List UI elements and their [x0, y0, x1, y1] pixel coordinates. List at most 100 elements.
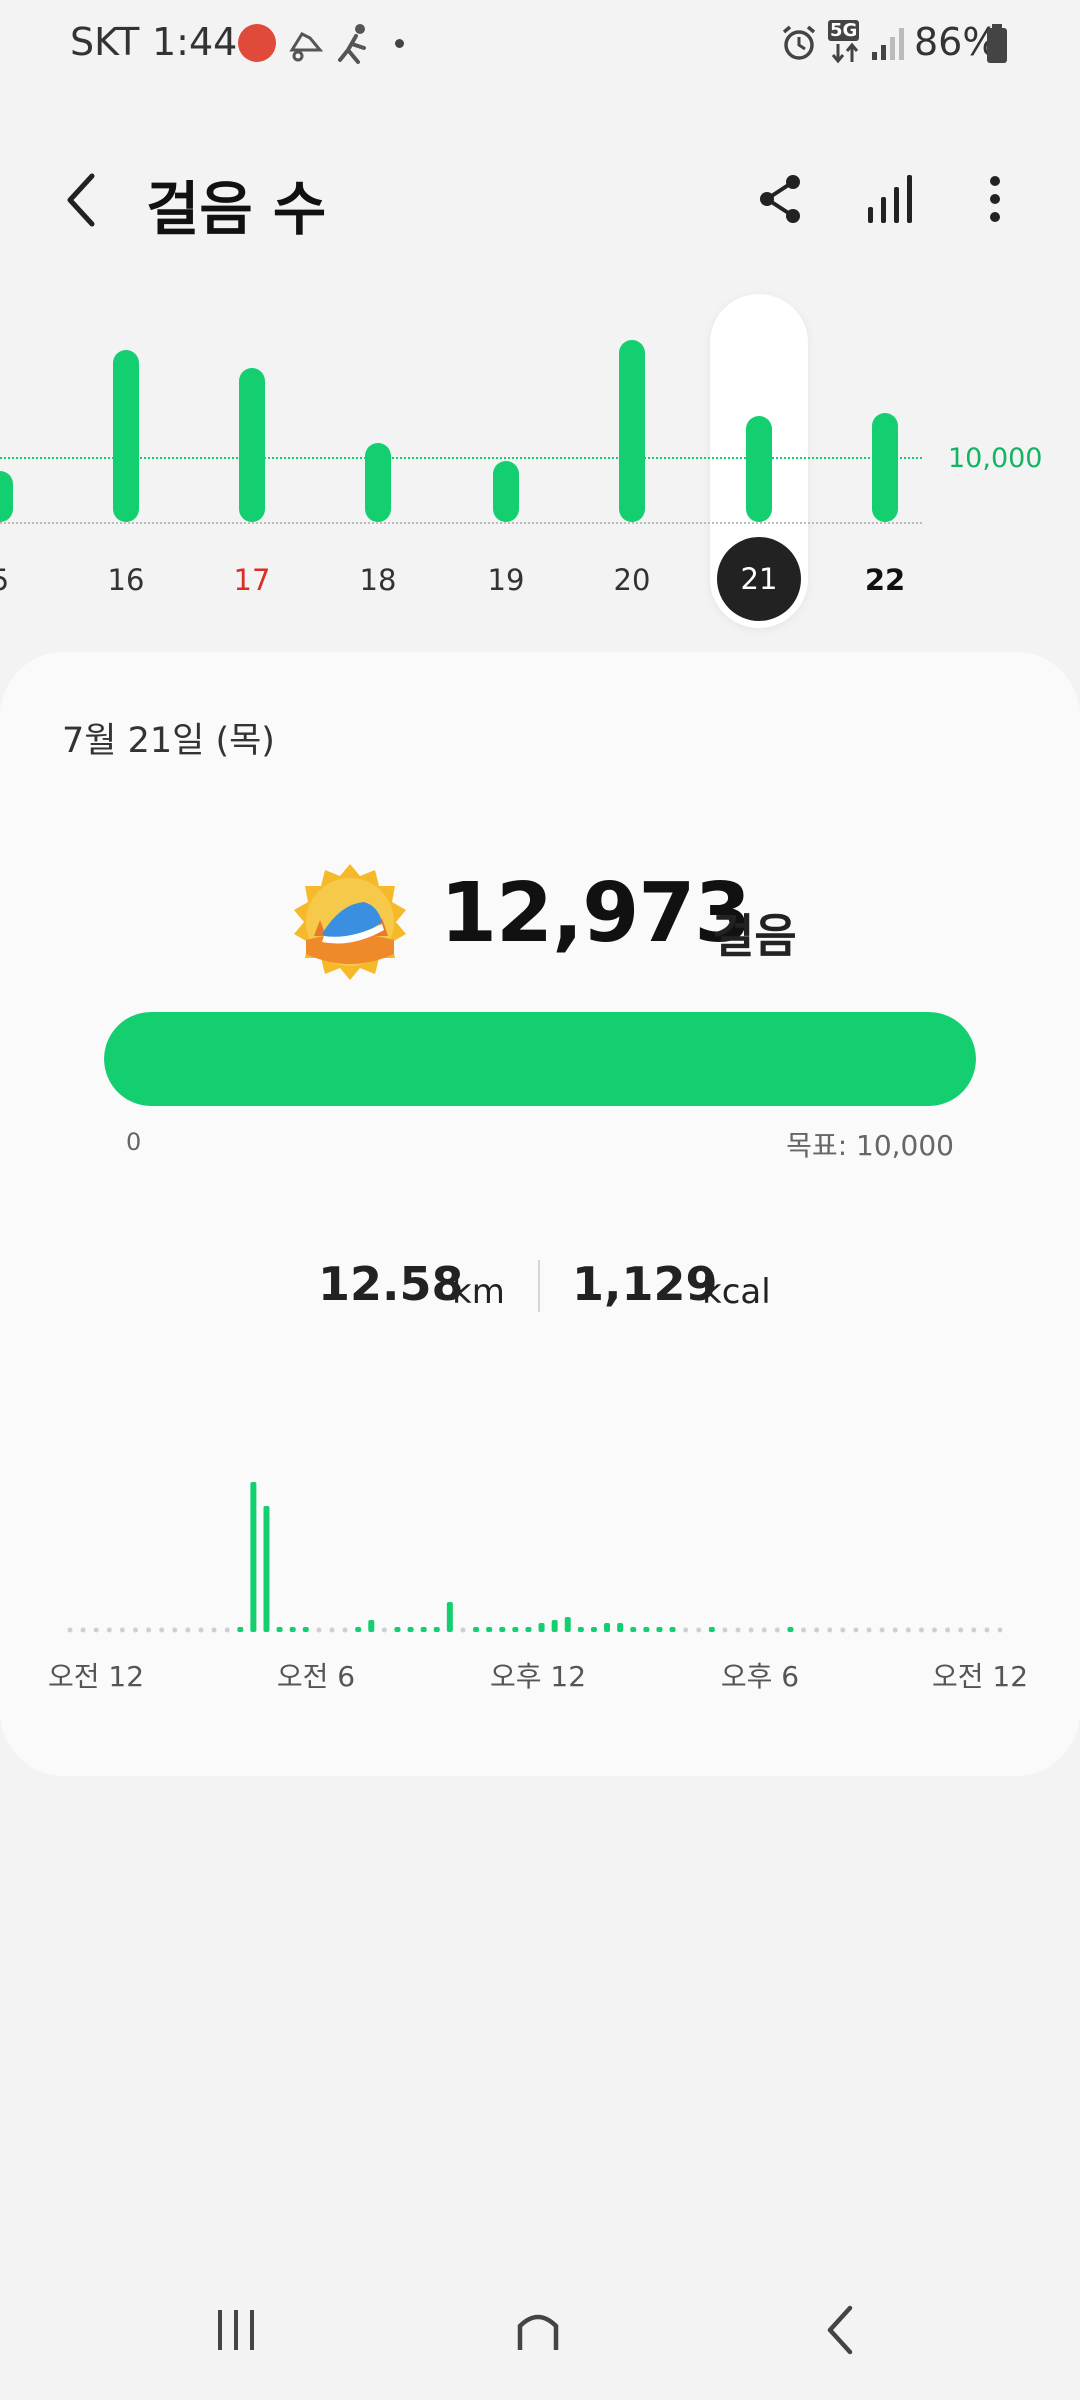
carrier-label: SKT	[70, 20, 140, 64]
hourly-bar	[407, 1627, 414, 1632]
hourly-empty-dot	[198, 1627, 204, 1633]
hourly-empty-dot	[224, 1627, 230, 1633]
distance-value: 12.58	[318, 1257, 464, 1311]
hourly-empty-dot	[774, 1627, 780, 1633]
progress-min-label: 0	[126, 1128, 142, 1156]
time-axis-label: 오전 12	[47, 1660, 145, 1693]
hourly-empty-dot	[866, 1627, 872, 1633]
hourly-bar	[473, 1627, 480, 1632]
hourly-empty-dot	[801, 1627, 807, 1633]
hourly-empty-dot	[892, 1627, 898, 1633]
status-bar: SKT 1:44 5G 86%	[0, 0, 1080, 90]
distance-unit: km	[452, 1272, 505, 1312]
day-label-5[interactable]: 5	[0, 563, 40, 597]
steps-count: 12,973	[440, 866, 751, 961]
hourly-empty-dot	[132, 1627, 138, 1633]
hourly-empty-dot	[316, 1627, 322, 1633]
runner-icon	[338, 24, 366, 64]
calories-unit: kcal	[702, 1272, 771, 1312]
hourly-empty-dot	[997, 1627, 1003, 1633]
more-options-button[interactable]	[960, 164, 1030, 234]
day-label-16[interactable]: 16	[86, 563, 166, 597]
system-back-button[interactable]	[800, 2290, 880, 2370]
day-bar-5[interactable]	[0, 470, 13, 522]
hourly-empty-dot	[159, 1627, 165, 1633]
day-bar-19[interactable]	[493, 461, 519, 522]
hourly-empty-dot	[342, 1627, 348, 1633]
hourly-empty-dot	[460, 1627, 466, 1633]
selected-day-indicator[interactable]: 21	[717, 537, 801, 621]
back-arrow-icon	[67, 173, 95, 227]
share-icon	[760, 175, 800, 223]
hourly-empty-dot	[932, 1627, 938, 1633]
hourly-bar	[433, 1627, 440, 1632]
hourly-empty-dot	[146, 1627, 152, 1633]
hourly-bar	[499, 1627, 506, 1632]
navigation-bar	[0, 2270, 1080, 2400]
time-axis-label: 오후 6	[720, 1660, 800, 1693]
hourly-bar	[276, 1627, 283, 1632]
network-type: 5G	[828, 20, 860, 41]
hourly-bar	[420, 1627, 427, 1632]
calories-value: 1,129	[572, 1257, 718, 1311]
hourly-bar	[708, 1627, 715, 1632]
goal-progress-fill	[104, 1012, 976, 1106]
day-bar-20[interactable]	[619, 340, 645, 522]
hourly-empty-dot	[971, 1627, 977, 1633]
hourly-empty-dot	[80, 1627, 86, 1633]
date-label: 7월 21일 (목)	[62, 721, 275, 761]
back-button[interactable]	[50, 160, 114, 240]
hourly-empty-dot	[185, 1627, 191, 1633]
hourly-empty-dot	[722, 1627, 728, 1633]
day-bar-17[interactable]	[239, 367, 265, 522]
hourly-bar	[289, 1627, 296, 1632]
day-label-17[interactable]: 17	[212, 563, 292, 597]
alarm-icon	[782, 25, 816, 60]
hourly-empty-dot	[93, 1627, 99, 1633]
hourly-empty-dot	[748, 1627, 754, 1633]
hourly-empty-dot	[840, 1627, 846, 1633]
day-label-20[interactable]: 20	[592, 563, 672, 597]
battery-icon	[987, 24, 1007, 63]
day-bar-18[interactable]	[365, 443, 391, 522]
day-bar-16[interactable]	[113, 349, 139, 522]
trends-button[interactable]	[856, 164, 926, 234]
hourly-empty-dot	[172, 1627, 178, 1633]
hourly-empty-dot	[329, 1627, 335, 1633]
day-label-18[interactable]: 18	[338, 563, 418, 597]
hourly-empty-dot	[67, 1627, 73, 1633]
day-bar-21[interactable]	[746, 416, 772, 522]
hourly-empty-dot	[211, 1627, 217, 1633]
day-label-19[interactable]: 19	[466, 563, 546, 597]
hourly-bar	[590, 1627, 597, 1632]
hourly-bar	[630, 1627, 637, 1632]
signal-icon	[872, 28, 904, 60]
day-bar-22[interactable]	[872, 412, 898, 522]
hourly-bar	[787, 1627, 794, 1632]
clock: 1:44	[152, 20, 238, 64]
hourly-bar	[551, 1620, 558, 1632]
hourly-bar	[577, 1627, 584, 1632]
goal-line-label: 10,000	[948, 443, 1043, 474]
hourly-steps-chart[interactable]	[60, 1430, 1010, 1650]
share-button[interactable]	[746, 164, 816, 234]
shoe-achievement-badge-icon	[294, 864, 406, 980]
hourly-empty-dot	[827, 1627, 833, 1633]
hourly-empty-dot	[696, 1627, 702, 1633]
hourly-empty-dot	[853, 1627, 859, 1633]
hourly-bar	[656, 1627, 663, 1632]
bar-chart-icon	[868, 175, 912, 223]
hourly-bar	[250, 1482, 257, 1632]
hourly-empty-dot	[735, 1627, 741, 1633]
hourly-bar	[446, 1602, 453, 1632]
hourly-bar	[486, 1627, 493, 1632]
time-axis-label: 오후 12	[489, 1660, 587, 1693]
hourly-empty-dot	[683, 1627, 689, 1633]
hourly-empty-dot	[106, 1627, 112, 1633]
hourly-bar	[604, 1623, 611, 1632]
hourly-empty-dot	[958, 1627, 964, 1633]
home-button[interactable]	[498, 2290, 578, 2370]
day-label-22[interactable]: 22	[845, 563, 925, 597]
running-shoes-icon	[289, 32, 324, 62]
recent-apps-button[interactable]	[196, 2290, 276, 2370]
